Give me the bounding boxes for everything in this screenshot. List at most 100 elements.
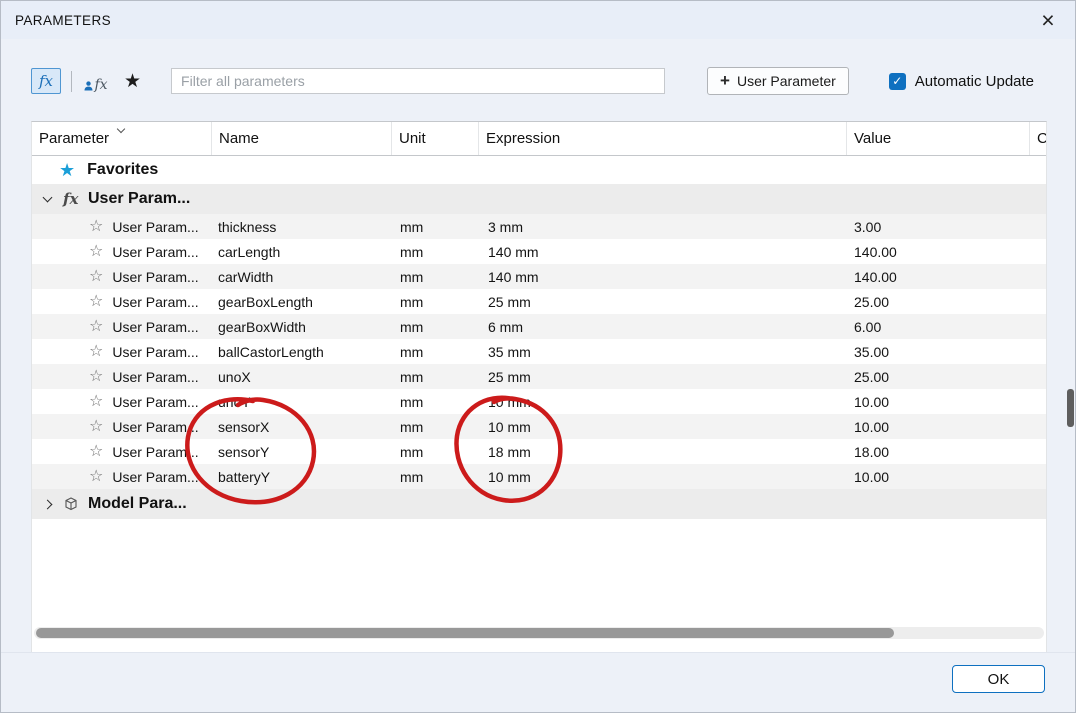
favorite-star-icon[interactable]: ☆: [89, 269, 103, 285]
dialog-footer: OK: [1, 652, 1075, 712]
favorite-star-icon[interactable]: ☆: [89, 344, 103, 360]
column-header-unit[interactable]: Unit: [392, 122, 479, 155]
parameter-cell: ☆User Param...: [32, 244, 212, 260]
horizontal-scrollbar-thumb[interactable]: [36, 628, 894, 638]
favorite-star-icon[interactable]: ☆: [89, 244, 103, 260]
chevron-right-icon[interactable]: [43, 499, 53, 509]
vertical-scrollbar-thumb[interactable]: [1067, 389, 1074, 427]
value-cell: 10.00: [847, 469, 1030, 485]
favorites-group-row[interactable]: ★ Favorites: [32, 156, 1046, 184]
favorites-filter-icon[interactable]: ★: [124, 72, 141, 91]
table-row[interactable]: ☆User Param...unoYmm10 mm10.00: [32, 389, 1046, 414]
table-row[interactable]: ☆User Param...sensorYmm18 mm18.00: [32, 439, 1046, 464]
favorites-star-icon: ★: [59, 161, 75, 179]
unit-cell: mm: [392, 269, 479, 285]
expression-cell[interactable]: 25 mm: [479, 294, 847, 310]
name-cell[interactable]: ballCastorLength: [212, 344, 392, 360]
favorite-star-icon[interactable]: ☆: [89, 469, 103, 485]
name-cell[interactable]: carLength: [212, 244, 392, 260]
favorite-star-icon[interactable]: ☆: [89, 219, 103, 235]
unit-cell: mm: [392, 244, 479, 260]
column-header-comment[interactable]: Co: [1030, 122, 1046, 155]
expression-cell[interactable]: 10 mm: [479, 394, 847, 410]
table-row[interactable]: ☆ User Param... sensorXmm10 mm10.00: [32, 414, 1046, 439]
table-row[interactable]: ☆User Param...ballCastorLengthmm35 mm35.…: [32, 339, 1046, 364]
value-cell: 140.00: [847, 269, 1030, 285]
favorite-star-icon[interactable]: ☆: [89, 444, 103, 460]
name-cell[interactable]: carWidth: [212, 269, 392, 285]
expression-cell[interactable]: 18 mm: [479, 444, 847, 460]
parameter-type-label: User Param...: [112, 419, 198, 435]
value-cell: 10.00: [847, 419, 1030, 435]
filter-parameters-input[interactable]: [171, 68, 665, 94]
automatic-update-control: ✓ Automatic Update: [889, 73, 1034, 90]
expression-cell[interactable]: 6 mm: [479, 319, 847, 335]
parameter-type-label: User Param...: [112, 444, 198, 460]
column-header-name[interactable]: Name: [212, 122, 392, 155]
name-cell[interactable]: sensorX: [212, 419, 392, 435]
parameter-type-label: User Param...: [112, 469, 198, 485]
name-cell[interactable]: gearBoxLength: [212, 294, 392, 310]
add-user-parameter-button[interactable]: + User Parameter: [707, 67, 849, 95]
parameter-cell: ☆ User Param...: [32, 419, 212, 435]
horizontal-scrollbar[interactable]: [34, 627, 1044, 639]
column-header-value[interactable]: Value: [847, 122, 1030, 155]
automatic-update-checkbox[interactable]: ✓: [889, 73, 906, 90]
unit-cell: mm: [392, 444, 479, 460]
expression-cell[interactable]: 140 mm: [479, 269, 847, 285]
expression-cell[interactable]: 35 mm: [479, 344, 847, 360]
expression-cell[interactable]: 3 mm: [479, 219, 847, 235]
favorite-star-icon[interactable]: ☆: [89, 369, 103, 385]
model-cube-icon: [63, 496, 85, 512]
table-row[interactable]: ☆User Param...batteryYmm10 mm10.00: [32, 464, 1046, 489]
parameter-cell: ☆ User Param...: [32, 319, 212, 335]
parameter-type-label: User Param...: [112, 394, 198, 410]
chevron-down-icon[interactable]: [43, 193, 53, 203]
name-cell[interactable]: gearBoxWidth: [212, 319, 392, 335]
expression-cell[interactable]: 10 mm: [479, 419, 847, 435]
column-header-expression[interactable]: Expression: [479, 122, 847, 155]
table-row[interactable]: ☆User Param...gearBoxLengthmm25 mm25.00: [32, 289, 1046, 314]
dialog-titlebar: PARAMETERS ×: [1, 1, 1075, 39]
toolbar: fx fx ★ + User Parameter ✓ Automatic Upd…: [31, 65, 1045, 97]
fx-icon: fx: [94, 77, 107, 93]
table-row[interactable]: ☆User Param...unoXmm25 mm25.00: [32, 364, 1046, 389]
ok-button[interactable]: OK: [952, 665, 1045, 693]
table-header: Parameter Name Unit Expression Value Co: [32, 122, 1046, 156]
fx-icon: fx: [39, 72, 53, 90]
favorite-star-icon[interactable]: ☆: [89, 319, 103, 335]
parameters-table: Parameter Name Unit Expression Value Co …: [31, 121, 1047, 652]
favorite-star-icon[interactable]: ☆: [89, 294, 103, 310]
fx-icon: fx: [63, 190, 85, 208]
name-cell[interactable]: batteryY: [212, 469, 392, 485]
expression-cell[interactable]: 10 mm: [479, 469, 847, 485]
favorite-star-icon[interactable]: ☆: [89, 394, 103, 410]
name-cell[interactable]: sensorY: [212, 444, 392, 460]
favorite-star-icon[interactable]: ☆: [89, 419, 103, 435]
table-row[interactable]: ☆User Param...carLengthmm140 mm140.00: [32, 239, 1046, 264]
parameter-cell: ☆ User Param...: [32, 394, 212, 410]
table-row[interactable]: ☆ User Param... carWidthmm140 mm140.00: [32, 264, 1046, 289]
fx-user-parameter-filter-button[interactable]: fx: [82, 69, 110, 93]
expression-cell[interactable]: 140 mm: [479, 244, 847, 260]
expression-cell[interactable]: 25 mm: [479, 369, 847, 385]
parameter-type-label: User Param...: [112, 269, 198, 285]
close-icon[interactable]: ×: [1035, 7, 1061, 33]
name-cell[interactable]: unoX: [212, 369, 392, 385]
favorites-group-label: Favorites: [87, 161, 158, 179]
fx-filter-button[interactable]: fx: [31, 68, 61, 94]
parameter-type-label: User Param...: [112, 319, 198, 335]
add-user-parameter-label: User Parameter: [737, 73, 836, 89]
plus-icon: +: [720, 72, 730, 89]
table-row[interactable]: ☆User Param...gearBoxWidthmm6 mm6.00: [32, 314, 1046, 339]
table-row[interactable]: ☆User Param...thicknessmm3 mm3.00: [32, 214, 1046, 239]
name-cell[interactable]: unoY: [212, 394, 392, 410]
column-header-parameter[interactable]: Parameter: [32, 122, 212, 155]
user-parameters-group-row[interactable]: fx User Param...: [32, 184, 1046, 214]
model-parameters-group-label: Model Para...: [88, 495, 187, 513]
parameter-cell: ☆ User Param...: [32, 269, 212, 285]
unit-cell: mm: [392, 344, 479, 360]
model-parameters-group-row[interactable]: Model Para...: [32, 489, 1046, 519]
name-cell[interactable]: thickness: [212, 219, 392, 235]
unit-cell: mm: [392, 419, 479, 435]
